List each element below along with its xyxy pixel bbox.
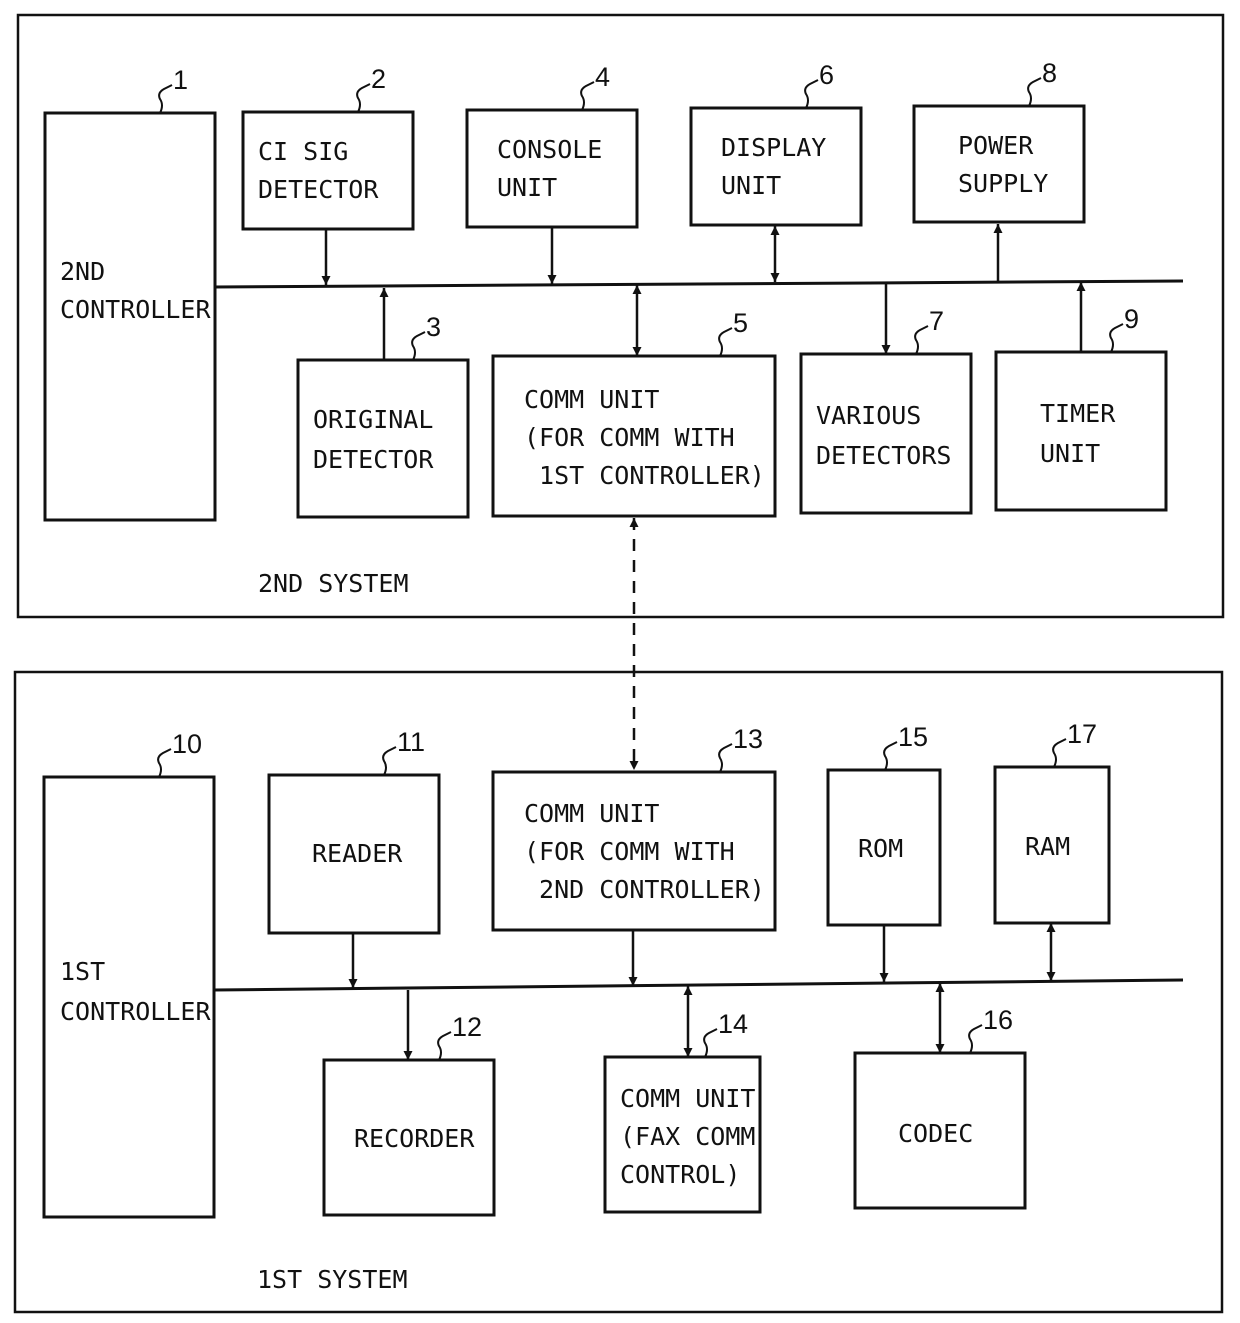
- power-supply-box: [912, 104, 1086, 224]
- first-system-label: 1ST SYSTEM: [257, 1265, 408, 1294]
- original-detector-box: [296, 358, 470, 519]
- reference-numeral: 9: [1124, 304, 1139, 334]
- comm-unit-first-label-line: 2ND CONTROLLER): [524, 875, 765, 904]
- second-controller-label-line: 2ND: [60, 257, 105, 286]
- display-unit-box: [689, 106, 863, 227]
- codec-label-line: CODEC: [898, 1119, 973, 1148]
- leader-line-icon: [1109, 323, 1124, 353]
- ram-label-line: RAM: [1025, 832, 1070, 861]
- comm-unit-first-label-line: (FOR COMM WITH: [524, 837, 735, 866]
- reference-numeral: 2: [371, 64, 386, 94]
- comm-unit-second-block: COMM UNIT (FOR COMM WITH 1ST CONTROLLER) 5: [491, 308, 777, 518]
- various-detectors-label-line: VARIOUS: [816, 401, 921, 430]
- reader-label-line: READER: [312, 839, 403, 868]
- leader-line-icon: [1052, 738, 1067, 768]
- ci-sig-detector-box: [241, 110, 415, 231]
- display-unit-label-line: UNIT: [721, 171, 781, 200]
- second-system-bus: [213, 279, 1184, 289]
- rom-label-line: ROM: [858, 834, 903, 863]
- original-detector-label-line: ORIGINAL: [313, 405, 433, 434]
- reference-numeral: 4: [595, 62, 610, 92]
- power-supply-label-line: POWER: [958, 131, 1034, 160]
- second-system-label: 2ND SYSTEM: [258, 569, 409, 598]
- reference-numeral: 1: [173, 65, 188, 95]
- reference-numeral: 15: [898, 722, 928, 752]
- reference-numeral: 5: [733, 308, 748, 338]
- reader-block: READER 11: [267, 727, 441, 935]
- ci-sig-detector-label-line: DETECTOR: [258, 175, 379, 204]
- reference-numeral: 3: [426, 312, 441, 342]
- console-unit-box: [465, 108, 639, 229]
- reference-numeral: 6: [819, 60, 834, 90]
- reference-numeral: 16: [983, 1005, 1013, 1035]
- first-controller-label-line: 1ST: [60, 957, 105, 986]
- various-detectors-box: [799, 352, 973, 515]
- leader-line-icon: [718, 743, 733, 773]
- reference-numeral: 8: [1042, 58, 1057, 88]
- original-detector-label-line: DETECTOR: [313, 445, 434, 474]
- recorder-label-line: RECORDER: [354, 1124, 475, 1153]
- display-unit-label-line: DISPLAY: [721, 133, 826, 162]
- comm-unit-fax-label-line: COMM UNIT: [620, 1084, 755, 1113]
- display-unit-block: DISPLAY UNIT 6: [689, 60, 863, 227]
- first-system-bus: [213, 978, 1184, 992]
- timer-unit-label-line: TIMER: [1040, 399, 1116, 428]
- comm-unit-second-label-line: (FOR COMM WITH: [524, 423, 735, 452]
- various-detectors-label-line: DETECTORS: [816, 441, 951, 470]
- console-unit-label-line: CONSOLE: [497, 135, 602, 164]
- reference-numeral: 10: [172, 729, 202, 759]
- leader-line-icon: [804, 79, 819, 109]
- leader-line-icon: [1027, 77, 1042, 107]
- leader-line-icon: [883, 741, 898, 771]
- console-unit-block: CONSOLE UNIT 4: [465, 62, 639, 229]
- ci-sig-detector-label-line: CI SIG: [258, 137, 348, 166]
- comm-unit-fax-block: COMM UNIT (FAX COMM CONTROL) 14: [603, 1009, 762, 1214]
- reference-numeral: 11: [397, 727, 425, 757]
- leader-line-icon: [158, 84, 173, 114]
- reference-numeral: 7: [929, 306, 944, 336]
- reference-numeral: 17: [1067, 719, 1097, 749]
- leader-line-icon: [718, 327, 733, 357]
- leader-line-icon: [914, 325, 929, 355]
- comm-unit-fax-label-line: (FAX COMM: [620, 1122, 755, 1151]
- console-unit-label-line: UNIT: [497, 173, 557, 202]
- leader-line-icon: [968, 1024, 983, 1054]
- block-diagram: 2ND SYSTEM 1ST SYSTEM 2ND CONTROLLER 1 CI S…: [13, 13, 1225, 1314]
- leader-line-icon: [411, 331, 426, 361]
- rom-block: ROM 15: [826, 722, 942, 927]
- reference-numeral: 13: [733, 724, 763, 754]
- comm-unit-fax-label-line: CONTROL): [620, 1160, 740, 1189]
- leader-line-icon: [157, 748, 172, 778]
- leader-line-icon: [382, 746, 397, 776]
- leader-line-icon: [703, 1028, 718, 1058]
- leader-line-icon: [437, 1031, 452, 1061]
- first-controller-block: 1ST CONTROLLER 10: [42, 729, 216, 1219]
- reference-numeral: 14: [718, 1009, 748, 1039]
- leader-line-icon: [580, 81, 595, 111]
- second-controller-block: 2ND CONTROLLER 1: [43, 65, 217, 522]
- timer-unit-label-line: UNIT: [1040, 439, 1100, 468]
- ram-block: RAM 17: [993, 719, 1111, 925]
- reference-numeral: 12: [452, 1012, 482, 1042]
- second-controller-label-line: CONTROLLER: [60, 295, 211, 324]
- timer-unit-box: [994, 350, 1168, 512]
- ci-sig-detector-block: CI SIG DETECTOR 2: [241, 64, 415, 231]
- comm-unit-first-label-line: COMM UNIT: [524, 799, 659, 828]
- comm-unit-second-label-line: 1ST CONTROLLER): [524, 461, 765, 490]
- first-controller-label-line: CONTROLLER: [60, 997, 211, 1026]
- comm-unit-second-label-line: COMM UNIT: [524, 385, 659, 414]
- leader-line-icon: [356, 83, 371, 113]
- power-supply-label-line: SUPPLY: [958, 169, 1048, 198]
- power-supply-block: POWER SUPPLY 8: [912, 58, 1086, 224]
